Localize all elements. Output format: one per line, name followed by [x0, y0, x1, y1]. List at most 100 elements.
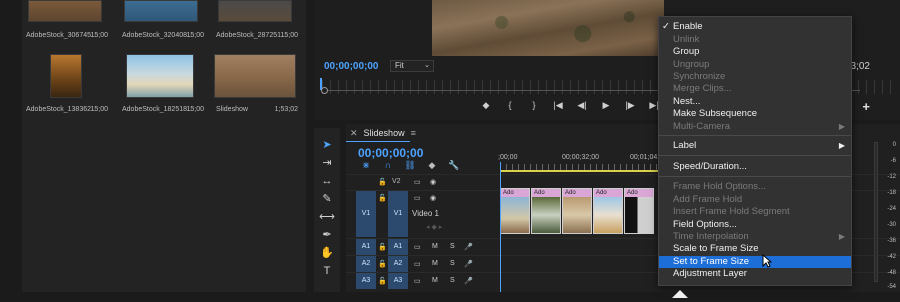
timeline-clip[interactable]: Ado: [500, 188, 530, 234]
menu-item-add-frame-hold[interactable]: Add Frame Hold: [659, 194, 851, 206]
in-point-handle[interactable]: [321, 87, 328, 94]
menu-item-frame-hold-options[interactable]: Frame Hold Options...: [659, 181, 851, 193]
menu-item-label: Multi-Camera: [673, 121, 731, 132]
go-to-in-icon[interactable]: |◀: [546, 100, 570, 111]
clip-thumbnail: [563, 197, 591, 233]
timeline-clip[interactable]: Ado: [562, 188, 592, 234]
ripple-edit-tool-icon[interactable]: ↔: [319, 174, 335, 188]
menu-item-ungroup[interactable]: Ungroup: [659, 59, 851, 71]
play-icon[interactable]: ▶: [594, 100, 618, 111]
source-patch-a3[interactable]: A3: [356, 273, 376, 289]
menu-item-multi-camera[interactable]: Multi-Camera ▶: [659, 121, 851, 133]
timeline-timecode[interactable]: 00;00;00;00: [358, 146, 423, 160]
menu-item-merge-clips[interactable]: Merge Clips...: [659, 83, 851, 95]
media-thumbnail[interactable]: [218, 0, 292, 22]
media-duration: 15;00: [280, 32, 298, 39]
button-editor-plus-icon[interactable]: +: [862, 99, 870, 114]
microphone-icon[interactable]: 🎤: [464, 260, 473, 268]
menu-item-scale-to-frame-size[interactable]: Scale to Frame Size: [659, 243, 851, 255]
solo-button[interactable]: S: [450, 277, 455, 284]
program-duration: 3;02: [850, 61, 870, 72]
keyframe-nav-icon[interactable]: ◂ ◆ ▸: [426, 223, 442, 231]
linked-selection-icon[interactable]: ⛓: [404, 160, 416, 171]
toggle-output-icon[interactable]: ▭: [414, 194, 421, 202]
media-duration: 15;00: [186, 106, 204, 113]
menu-item-time-interpolation[interactable]: Time Interpolation ▶: [659, 231, 851, 243]
lock-icon[interactable]: 🔓: [378, 260, 387, 268]
mute-button[interactable]: M: [432, 277, 438, 284]
source-patch-a2[interactable]: A2: [356, 256, 376, 272]
track-select-tool-icon[interactable]: ⇥: [319, 156, 335, 170]
close-icon[interactable]: ✕: [350, 128, 358, 139]
menu-item-enable[interactable]: ✓ Enable: [659, 21, 851, 33]
track-target-v1[interactable]: V1: [388, 191, 408, 237]
add-marker-icon[interactable]: ◆: [474, 100, 498, 111]
program-timecode[interactable]: 00;00;00;00: [324, 61, 378, 72]
pen-tool-icon[interactable]: ✒: [319, 228, 335, 242]
menu-item-label[interactable]: Label ▶: [659, 140, 851, 152]
solo-button[interactable]: S: [450, 243, 455, 250]
menu-item-synchronize[interactable]: Synchronize: [659, 71, 851, 83]
media-name: AdobeStock_182518...: [122, 106, 193, 113]
mute-button[interactable]: M: [432, 243, 438, 250]
lock-icon[interactable]: 🔓: [378, 243, 387, 251]
razor-tool-icon[interactable]: ✎: [319, 192, 335, 206]
lock-icon[interactable]: 🔓: [378, 277, 387, 285]
menu-item-set-to-frame-size[interactable]: Set to Frame Size: [659, 256, 851, 268]
submenu-arrow-icon: ▶: [838, 232, 845, 241]
type-tool-icon[interactable]: T: [319, 264, 335, 278]
timeline-clip[interactable]: Ado: [531, 188, 561, 234]
media-thumbnail[interactable]: [126, 54, 194, 98]
menu-item-field-options[interactable]: Field Options...: [659, 219, 851, 231]
microphone-icon[interactable]: 🎤: [464, 243, 473, 251]
source-patch-a1[interactable]: A1: [356, 239, 376, 255]
add-marker-icon[interactable]: ◆: [426, 160, 438, 171]
nest-toggle-icon[interactable]: ⋇: [360, 160, 372, 171]
media-thumbnail[interactable]: [124, 0, 198, 22]
step-back-icon[interactable]: ◀|: [570, 100, 594, 111]
sync-lock-icon[interactable]: ▭: [414, 243, 421, 251]
timeline-playhead[interactable]: [500, 162, 501, 292]
menu-item-label: Time Interpolation: [673, 231, 749, 242]
snap-icon[interactable]: ∩: [382, 160, 394, 171]
toggle-output-icon[interactable]: ▭: [414, 178, 421, 186]
track-target-a2[interactable]: A2: [388, 256, 408, 272]
lock-icon[interactable]: 🔓: [378, 178, 387, 186]
track-target-a3[interactable]: A3: [388, 273, 408, 289]
menu-item-label: Adjustment Layer: [673, 268, 747, 279]
timeline-clip[interactable]: Ado: [593, 188, 623, 234]
hand-tool-icon[interactable]: ✋: [319, 246, 335, 260]
tab-slideshow[interactable]: ✕ Slideshow ≡: [350, 126, 416, 140]
menu-item-make-subsequence[interactable]: Make Subsequence: [659, 108, 851, 120]
menu-item-label: Insert Frame Hold Segment: [673, 206, 790, 217]
media-duration: 15;00: [90, 106, 108, 113]
eye-icon[interactable]: ◉: [430, 194, 436, 202]
wrench-icon[interactable]: 🔧: [448, 160, 460, 171]
track-target-a1[interactable]: A1: [388, 239, 408, 255]
media-thumbnail[interactable]: [214, 54, 296, 98]
mark-out-icon[interactable]: }: [522, 100, 546, 111]
step-forward-icon[interactable]: |▶: [618, 100, 642, 111]
lock-icon[interactable]: 🔓: [378, 194, 387, 202]
panel-menu-icon[interactable]: ≡: [411, 128, 416, 138]
mark-in-icon[interactable]: {: [498, 100, 522, 111]
fit-dropdown[interactable]: Fit ⌄: [390, 60, 434, 72]
menu-item-speed-duration[interactable]: Speed/Duration...: [659, 161, 851, 173]
slip-tool-icon[interactable]: ⟷: [319, 210, 335, 224]
menu-item-group[interactable]: Group: [659, 46, 851, 58]
sync-lock-icon[interactable]: ▭: [414, 277, 421, 285]
menu-item-unlink[interactable]: Unlink: [659, 34, 851, 46]
menu-item-adjustment-layer[interactable]: Adjustment Layer: [659, 268, 851, 280]
microphone-icon[interactable]: 🎤: [464, 277, 473, 285]
timeline-clip[interactable]: Ado: [624, 188, 654, 234]
solo-button[interactable]: S: [450, 260, 455, 267]
sync-lock-icon[interactable]: ▭: [414, 260, 421, 268]
menu-item-nest[interactable]: Nest...: [659, 96, 851, 108]
selection-tool-icon[interactable]: ➤: [319, 138, 335, 152]
source-patch-v1[interactable]: V1: [356, 191, 376, 237]
eye-icon[interactable]: ◉: [430, 178, 436, 186]
media-thumbnail[interactable]: [28, 0, 102, 22]
menu-item-insert-frame-hold-segment[interactable]: Insert Frame Hold Segment: [659, 206, 851, 218]
media-thumbnail[interactable]: [50, 54, 82, 98]
mute-button[interactable]: M: [432, 260, 438, 267]
